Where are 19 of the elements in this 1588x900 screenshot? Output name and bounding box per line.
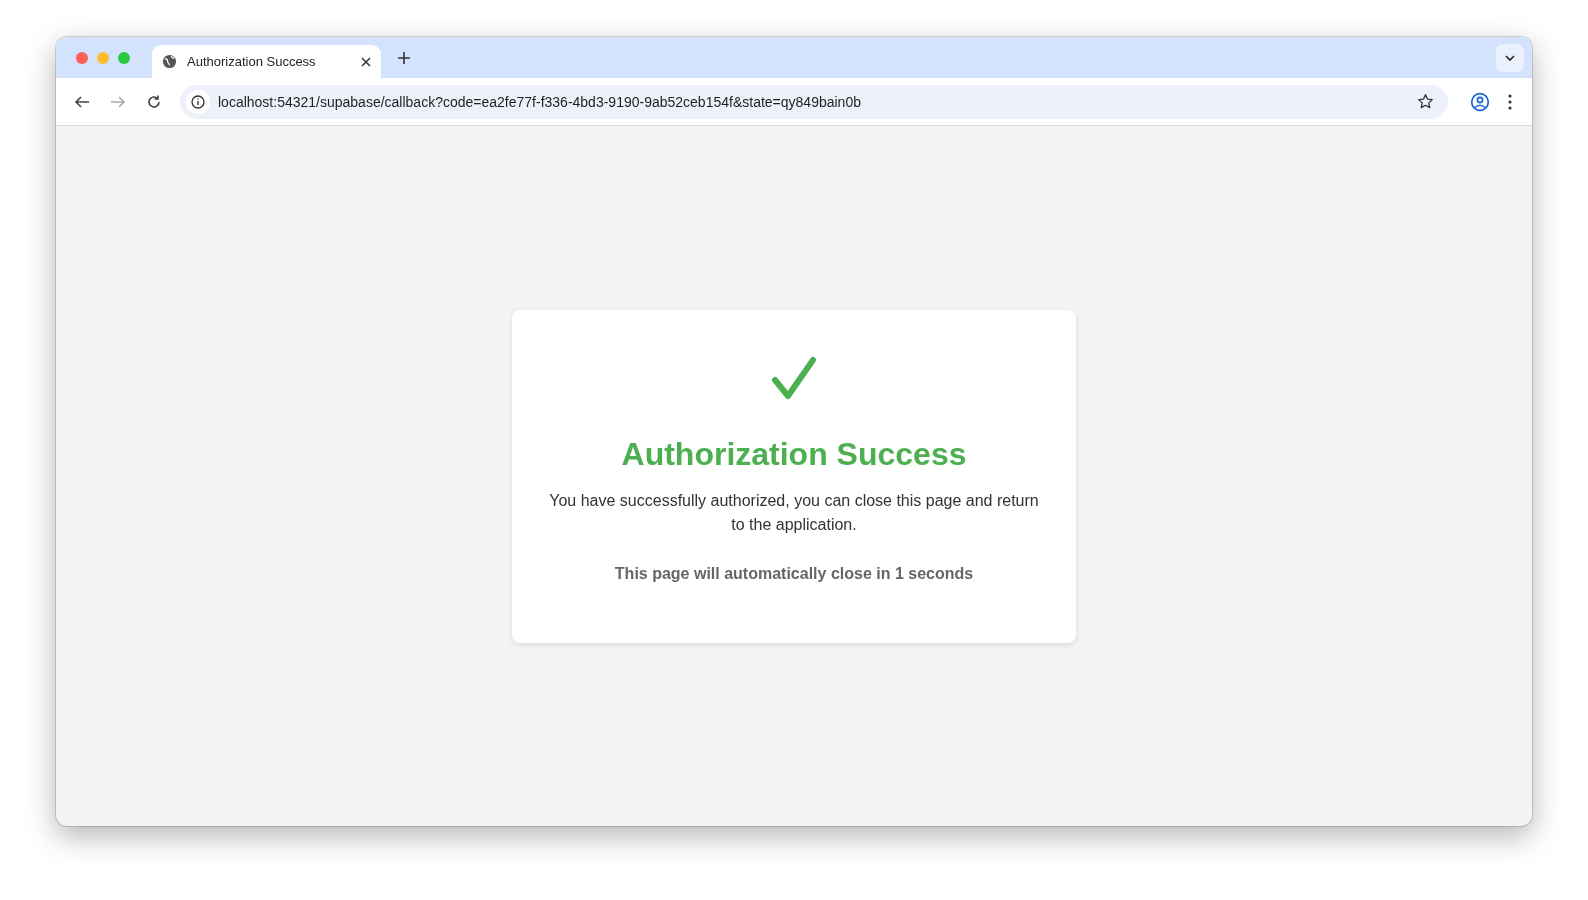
- url-text: localhost:54321/supabase/callback?code=ea2fe77f-f336-4bd3-9190-9ab52ceb154f&state=qy849bain0b: [218, 93, 862, 110]
- arrow-icon: [110, 93, 126, 110]
- tab-search-button[interactable]: [1496, 43, 1524, 72]
- info-icon[interactable]: [186, 89, 210, 114]
- arrow-icon: [74, 93, 90, 110]
- star-icon[interactable]: [1417, 93, 1434, 110]
- success-title: Authorization Success: [621, 435, 967, 473]
- address-bar[interactable]: localhost:54321/supabase/callback?code=ea2fe77f-f336-4bd3-9190-9ab52ceb154f&state=qy849bain0b: [180, 84, 1448, 119]
- reload-icon: [146, 93, 162, 110]
- countdown-text: This page will automatically close in 1 seconds: [614, 564, 974, 583]
- tab-title: Authorization Success: [187, 54, 317, 69]
- menu-icon[interactable]: [1508, 93, 1512, 110]
- close-icon[interactable]: [361, 56, 371, 67]
- globe-icon: [162, 54, 177, 69]
- chevron-down-icon: [1505, 54, 1515, 61]
- profile-icon[interactable]: [1470, 91, 1490, 112]
- checkmark-icon: [771, 355, 817, 400]
- success-message: You have successfully authorized, you can close this page and return to the application.: [548, 490, 1040, 535]
- browser-tab[interactable]: Authorization Success: [152, 45, 381, 78]
